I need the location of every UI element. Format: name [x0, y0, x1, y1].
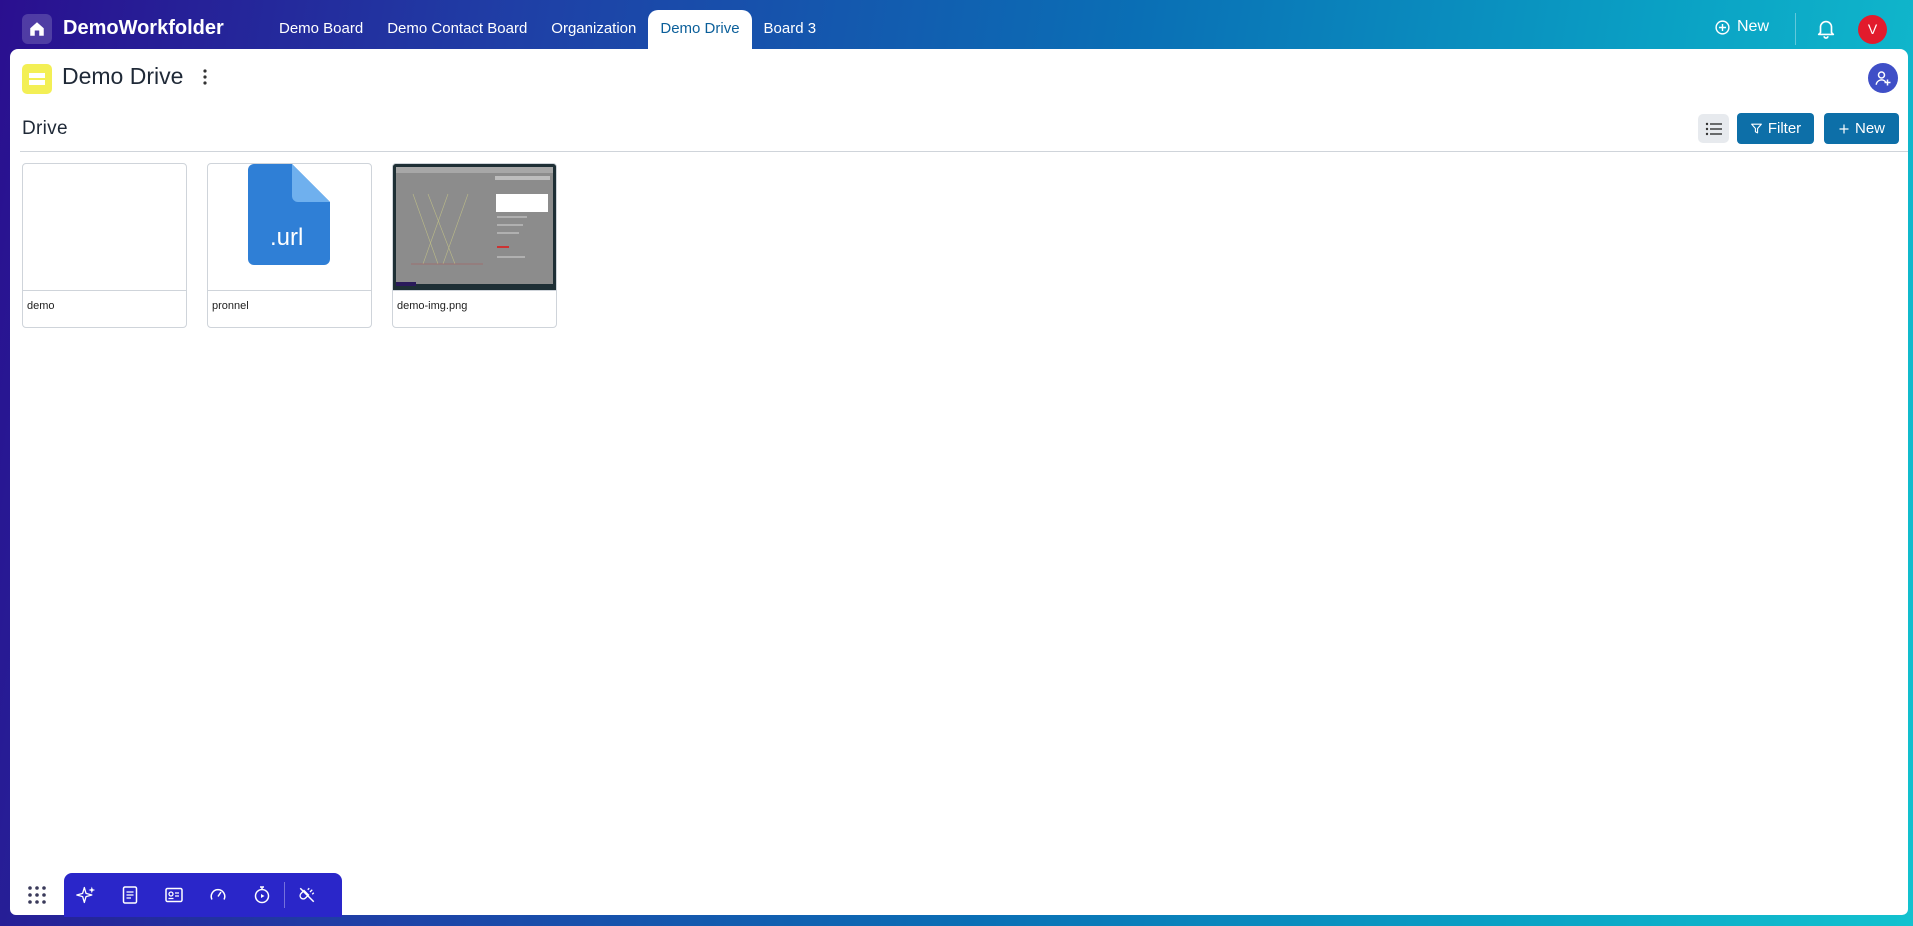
dashboard-button[interactable]: [196, 873, 240, 917]
gauge-icon: [210, 888, 226, 900]
file-name: demo: [27, 300, 55, 312]
url-file-badge: .url: [270, 224, 304, 251]
apps-launcher-button[interactable]: [14, 875, 60, 915]
kebab-menu-icon: [203, 69, 207, 85]
plus-circle-icon: [1715, 19, 1730, 35]
new-file-label: New: [1854, 120, 1885, 137]
file-name: demo-img.png: [397, 300, 468, 312]
user-avatar[interactable]: V: [1858, 15, 1887, 44]
board-icon: [22, 64, 52, 94]
file-card[interactable]: .url pronnel: [207, 163, 372, 328]
tab-board-3[interactable]: Board 3: [752, 10, 829, 49]
sparkles-icon: [76, 886, 96, 904]
add-user-icon: [1875, 71, 1891, 86]
file-thumbnail-url: .url: [208, 164, 371, 291]
new-file-button[interactable]: New: [1824, 113, 1899, 144]
apps-grid-icon: [28, 886, 46, 904]
global-new-button[interactable]: New: [1714, 18, 1769, 36]
filter-button[interactable]: Filter: [1737, 113, 1814, 144]
file-card[interactable]: demo-img.png: [392, 163, 557, 328]
file-name: pronnel: [212, 300, 249, 312]
file-thumbnail-image: [393, 164, 556, 291]
file-thumbnail-blank: [23, 164, 186, 291]
bell-icon: [1817, 20, 1835, 39]
tab-demo-contact-board[interactable]: Demo Contact Board: [375, 10, 539, 49]
unplug-icon: [299, 887, 315, 903]
contacts-card-button[interactable]: [152, 873, 196, 917]
timer-button[interactable]: [240, 873, 284, 917]
home-icon: [30, 22, 44, 36]
drive-section-title: Drive: [22, 118, 68, 139]
file-card[interactable]: demo: [22, 163, 187, 328]
board-title: Demo Drive: [62, 63, 184, 89]
document-icon: [122, 886, 138, 904]
home-button[interactable]: [22, 14, 52, 44]
contact-card-icon: [165, 887, 183, 903]
main-panel: Demo Drive Drive Filter New demo .url pr…: [10, 49, 1908, 915]
disconnect-button[interactable]: [285, 873, 329, 917]
plus-icon: [1839, 124, 1849, 133]
ai-assistant-button[interactable]: [64, 873, 108, 917]
list-view-icon: [1705, 122, 1722, 135]
image-preview: [393, 164, 556, 290]
bottom-toolbar: [64, 873, 342, 917]
drive-board-icon: [29, 73, 45, 85]
section-divider: [20, 151, 1908, 152]
add-member-button[interactable]: [1868, 63, 1898, 93]
notifications-button[interactable]: [1815, 16, 1837, 45]
tab-demo-drive[interactable]: Demo Drive: [648, 10, 752, 49]
board-options-button[interactable]: [202, 68, 208, 91]
app-title: DemoWorkfolder: [63, 17, 224, 39]
topbar-divider: [1795, 13, 1796, 45]
board-tabs: Demo Board Demo Contact Board Organizati…: [267, 10, 828, 49]
list-view-button[interactable]: [1698, 114, 1729, 143]
global-new-label: New: [1737, 18, 1770, 35]
filter-icon: [1750, 123, 1762, 134]
stopwatch-icon: [254, 886, 270, 904]
tab-organization[interactable]: Organization: [539, 10, 648, 49]
filter-label: Filter: [1767, 120, 1802, 137]
tab-demo-board[interactable]: Demo Board: [267, 10, 375, 49]
notes-button[interactable]: [108, 873, 152, 917]
